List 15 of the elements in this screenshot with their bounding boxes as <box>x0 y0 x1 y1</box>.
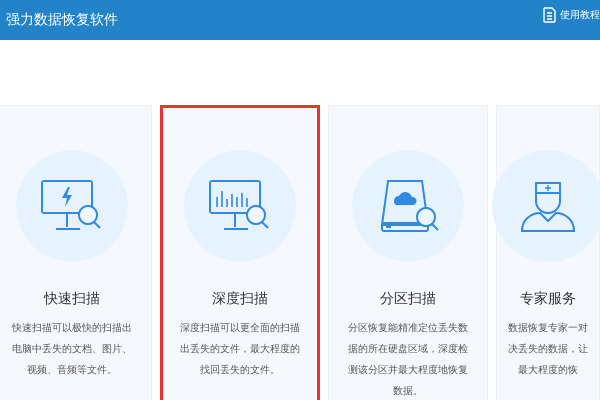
tutorial-link[interactable]: 使用教程 <box>543 7 600 23</box>
card-description: 深度扫描可以更全面的扫描 出丢失的文件，最大程度的 找回丢失的文件。 <box>180 322 300 378</box>
card-title: 分区扫描 <box>380 290 436 308</box>
document-icon <box>543 7 557 23</box>
scan-option-card[interactable]: 深度扫描 深度扫描可以更全面的扫描 出丢失的文件，最大程度的 找回丢失的文件。 <box>160 105 320 400</box>
card-description: 快速扫描可以极快的扫描出 电脑中丢失的文档、图片、 视频、音频等文件。 <box>12 322 132 378</box>
app-title: 强力数据恢复软件 <box>6 11 118 29</box>
card-title: 专家服务 <box>520 290 576 308</box>
card-description: 分区恢复能精准定位丢失数 据的所在硬盘区域，深度检 测该分区并最大程度地恢复 数据。 <box>348 322 468 399</box>
scan-option-card[interactable]: 快速扫描 快速扫描可以极快的扫描出 电脑中丢失的文档、图片、 视频、音频等文件。 <box>0 105 152 400</box>
scan-option-card[interactable]: 分区扫描 分区恢复能精准定位丢失数 据的所在硬盘区域，深度检 测该分区并最大程度地恢复 数据。 <box>328 105 488 400</box>
card-title: 深度扫描 <box>212 290 268 308</box>
doctor-icon <box>520 179 576 233</box>
card-description: 数据恢复专家一对 决丢失的数据，让 最大程度的恢 <box>508 322 588 378</box>
card-title: 快速扫描 <box>44 290 100 308</box>
